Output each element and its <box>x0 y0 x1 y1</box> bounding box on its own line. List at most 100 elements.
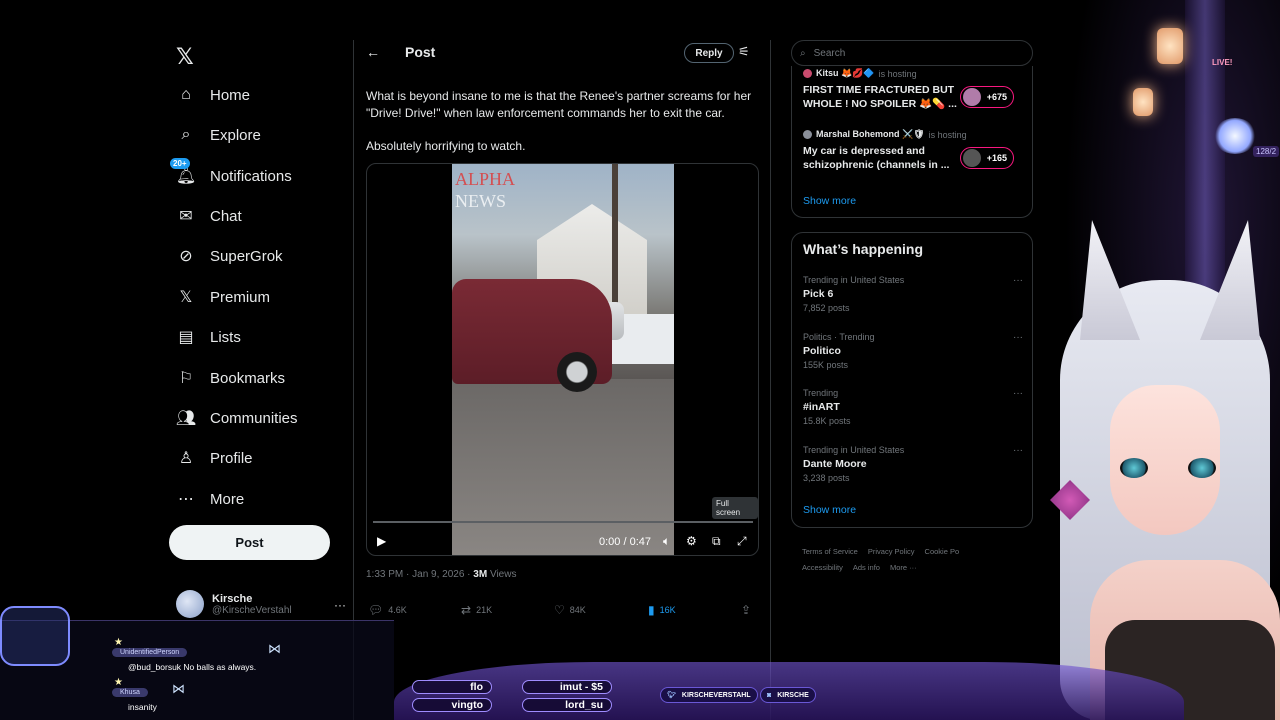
repost-action[interactable]: ⇄ 21K <box>461 603 492 617</box>
trend-context: Politics · Trending <box>803 332 875 342</box>
nav-premium[interactable]: 𝕏 Premium <box>176 281 270 313</box>
trends-panel: What’s happening Trending in United Stat… <box>791 232 1033 528</box>
goal-counter: 128/2 <box>1253 146 1280 157</box>
lantern-icon <box>1157 28 1183 64</box>
grok-icon: ⊘ <box>179 248 193 265</box>
nav-chat-label: Chat <box>210 207 242 225</box>
live-item[interactable]: Marshal Bohemond ⚔️🛡 is hosting My car is… <box>803 129 1023 172</box>
volume-icon[interactable]: 🔈︎ <box>663 534 670 549</box>
x-logo-icon[interactable]: 𝕏 <box>176 44 194 70</box>
nav-more[interactable]: ⋯ More <box>176 483 244 515</box>
fox-ear-right <box>1200 220 1260 340</box>
trend-name: Politico <box>803 345 841 357</box>
footer-link[interactable]: Privacy Policy <box>868 547 915 556</box>
butterfly-icon: ⋈ <box>172 681 185 696</box>
nav-profile[interactable]: ♙ Profile <box>176 442 253 474</box>
video-progress-bar[interactable] <box>373 521 753 523</box>
post-timestamp: 1:33 PM · Jan 9, 2026 · <box>366 569 474 580</box>
trend-item[interactable]: Trending in United States Dante Moore 3,… <box>803 445 1023 483</box>
bell-icon: 🔔︎ 20+ <box>170 158 196 186</box>
footer-link[interactable]: Accessibility <box>802 563 843 572</box>
video-frame[interactable]: ALPHA NEWS <box>452 164 674 555</box>
footer-link[interactable]: Terms of Service <box>802 547 858 556</box>
account-handle: @KirscheVerstahl <box>212 604 292 616</box>
video-watermark: ALPHA NEWS <box>455 168 515 212</box>
listener-count-badge[interactable]: +165 <box>960 147 1014 169</box>
search-icon: ⌕ <box>800 47 806 59</box>
home-icon: ⌂ <box>181 86 191 103</box>
search-input[interactable] <box>813 47 1014 59</box>
footer-link[interactable]: Ads info <box>853 563 880 572</box>
fox-ear-left <box>1080 220 1140 340</box>
host-avatar <box>803 130 812 139</box>
trend-item[interactable]: Politics · Trending Politico 155K posts … <box>803 332 1023 370</box>
show-more-link[interactable]: Show more <box>803 195 856 207</box>
account-more-icon[interactable]: ··· <box>334 598 346 612</box>
social-label: KIRSCHE <box>777 691 809 699</box>
people-icon: 👥︎ <box>175 410 197 427</box>
search-bar[interactable]: ⌕ <box>791 40 1033 66</box>
eye-right <box>1188 458 1216 478</box>
x-icon: 𝕏 <box>179 289 193 306</box>
trend-post-count: 7,852 posts <box>803 303 850 313</box>
video-player[interactable]: ALPHA NEWS Full screen ▶ 0:00 / 0:47 🔈︎ … <box>366 163 759 556</box>
nav-home[interactable]: ⌂ Home <box>176 79 250 111</box>
reply-button[interactable]: Reply <box>684 43 734 63</box>
nav-bookmarks[interactable]: ⚐ Bookmarks <box>176 362 285 394</box>
nav-supergrok[interactable]: ⊘ SuperGrok <box>176 240 282 272</box>
trends-title: What’s happening <box>803 241 924 257</box>
trend-name: #inART <box>803 401 840 413</box>
more-icon[interactable]: ··· <box>1013 332 1023 343</box>
nav-lists[interactable]: ▤ Lists <box>176 321 240 353</box>
post-button[interactable]: Post <box>169 525 330 560</box>
ticker-pill: imut - $5 <box>522 680 612 694</box>
settings-sliders-icon[interactable]: ⚟ <box>738 44 750 60</box>
trend-post-count: 15.8K posts <box>803 416 851 426</box>
fullscreen-icon[interactable]: ⤢ <box>737 534 747 549</box>
reply-action[interactable]: 💬︎ 4.6K <box>368 603 407 617</box>
host-avatar <box>803 69 812 78</box>
footer-link[interactable]: More ··· <box>890 563 917 572</box>
view-count: 3M <box>473 569 488 580</box>
listener-count-badge[interactable]: +675 <box>960 86 1014 108</box>
repost-icon: ⇄ <box>461 603 472 617</box>
social-twitter: 🐦︎ KIRSCHEVERSTAHL <box>660 687 758 703</box>
nav-notifications[interactable]: 🔔︎ 20+ Notifications <box>170 158 292 192</box>
more-icon[interactable]: ··· <box>1013 388 1023 399</box>
heart-icon: ♡ <box>554 603 565 617</box>
live-item[interactable]: Kitsu 🦊💋🔷 is hosting FIRST TIME FRACTURED… <box>803 68 1023 111</box>
gear-icon[interactable]: ⚙ <box>686 534 697 548</box>
lantern-icon <box>1133 88 1153 116</box>
bookmark-action[interactable]: ▮ 16K <box>648 603 676 617</box>
pip-icon[interactable]: ⧉ <box>712 534 721 549</box>
more-icon[interactable]: ··· <box>1013 275 1023 286</box>
fullscreen-tooltip: Full screen <box>712 497 758 519</box>
nav-communities-label: Communities <box>210 409 298 427</box>
nav-bookmarks-label: Bookmarks <box>210 369 286 387</box>
trend-post-count: 3,238 posts <box>803 473 850 483</box>
nav-communities[interactable]: 👥︎ Communities <box>176 402 298 434</box>
footer-link[interactable]: Cookie Po <box>925 547 960 556</box>
nav-explore[interactable]: ⌕ Explore <box>176 119 261 151</box>
more-icon[interactable]: ··· <box>1013 445 1023 456</box>
trend-item[interactable]: Trending in United States Pick 6 7,852 p… <box>803 275 1023 313</box>
mail-icon: ✉ <box>179 208 193 225</box>
live-spaces-panel: Kitsu 🦊💋🔷 is hosting FIRST TIME FRACTURED… <box>791 66 1033 218</box>
nav-notifications-label: Notifications <box>210 167 292 185</box>
twitter-icon: 🐦︎ <box>667 692 676 699</box>
show-more-link[interactable]: Show more <box>803 504 856 516</box>
trend-item[interactable]: Trending #inART 15.8K posts ··· <box>803 388 1023 426</box>
post-meta: 1:33 PM · Jan 9, 2026 · 3M Views <box>366 569 516 580</box>
play-icon[interactable]: ▶ <box>377 534 386 548</box>
live-indicator: LIVE! <box>1212 58 1233 67</box>
share-action[interactable]: ⇪ <box>741 603 756 617</box>
post-column: ← Post Reply ⚟ What is beyond insane to … <box>353 40 771 720</box>
like-action[interactable]: ♡ 84K <box>554 603 586 617</box>
nav-chat[interactable]: ✉ Chat <box>176 200 242 232</box>
chat-message: ★ Khusa insanity ⋈ <box>112 677 185 712</box>
post-header: ← Post Reply ⚟ <box>354 40 770 66</box>
nav-profile-label: Profile <box>210 449 253 467</box>
back-arrow-icon[interactable]: ← <box>366 44 380 60</box>
video-timecode: 0:00 / 0:47 <box>599 536 651 548</box>
account-switcher[interactable]: Kirsche @KirscheVerstahl ··· <box>176 590 346 618</box>
